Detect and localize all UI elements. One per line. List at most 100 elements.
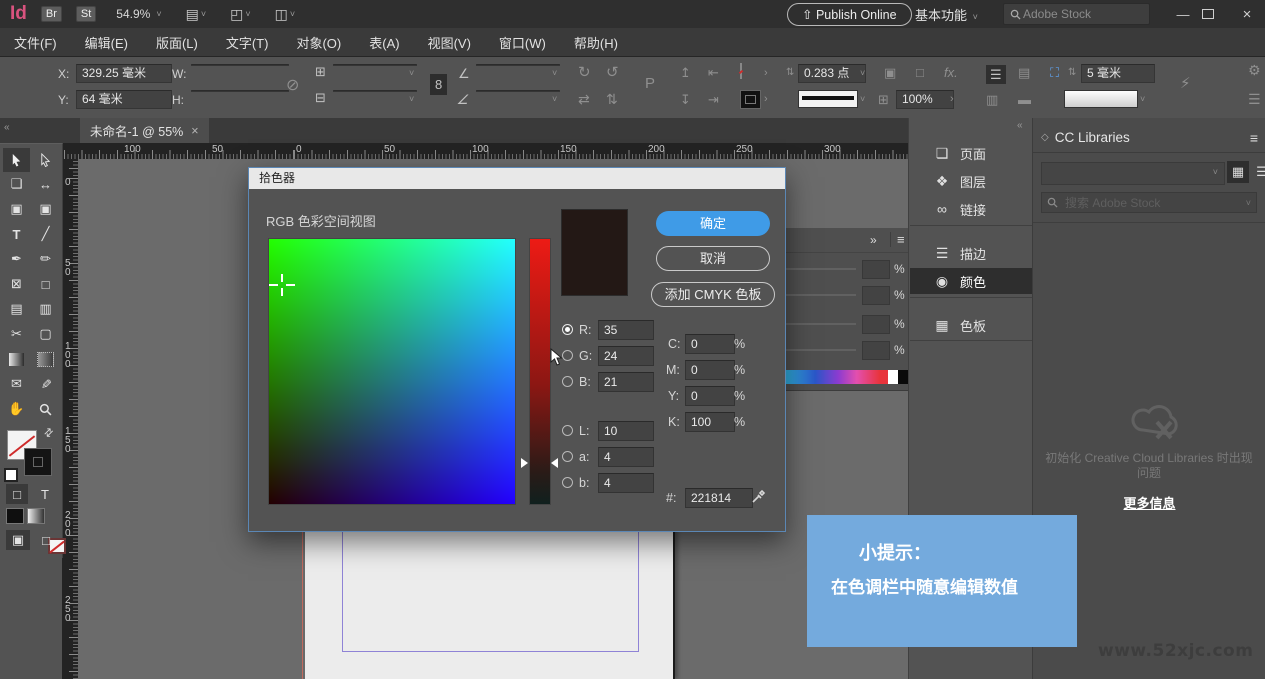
b-radio[interactable] [562,376,573,387]
fill-color-swatch[interactable] [740,63,742,79]
chevron-down-icon[interactable]: ˅ [860,67,865,80]
a-field[interactable]: 4 [598,447,654,467]
arrange-documents-icon[interactable]: ◫ [275,6,288,23]
panel-menu-icon[interactable]: ≡ [1250,130,1258,146]
black-swatch[interactable] [898,370,908,384]
cancel-button[interactable]: 取消 [656,246,770,271]
wrap-bounding-icon[interactable]: ▤ [1018,66,1030,79]
flip-vertical-icon[interactable]: ⇅ [606,93,618,106]
collapse-panel-icon[interactable]: » [870,233,877,247]
formatting-container-button[interactable]: □ [6,484,28,504]
list-view-button[interactable]: ☰ [1251,161,1265,183]
l-field[interactable]: 10 [598,421,654,441]
more-info-link[interactable]: 更多信息 [1033,493,1265,512]
pen-tool[interactable]: ✒ [3,247,30,271]
dialog-title-bar[interactable]: 拾色器 [249,168,785,189]
stock-button[interactable]: St [76,6,96,22]
quick-apply-icon[interactable]: ⚡ [1180,77,1191,90]
document-tab[interactable]: 未命名-1 @ 55% × [80,118,209,143]
chevron-down-icon[interactable]: ˅ [1140,93,1145,106]
stroke-color-swatch[interactable] [740,90,761,109]
menu-object[interactable]: 对象(O) [282,33,355,52]
gradient-feather-tool[interactable] [32,347,59,371]
restore-button[interactable] [1202,9,1214,19]
vertical-ruler[interactable]: 0 50 100 150 200 250 [62,159,78,679]
dock-item-stroke[interactable]: ☰ 描边 [910,240,1032,266]
direct-selection-tool[interactable] [32,148,59,172]
height-field[interactable] [191,90,289,92]
constrain-scale-icon[interactable]: 8 [430,74,447,95]
menu-help[interactable]: 帮助(H) [560,33,632,52]
opacity-field[interactable]: 100% [896,90,954,109]
stock-search-input[interactable] [1021,6,1143,22]
l-radio[interactable] [562,425,573,436]
cyan-value-field[interactable] [862,260,890,279]
collapse-dock-icon[interactable]: « [1017,120,1023,131]
note-tool[interactable]: ✉ [3,372,30,396]
horizontal-ruler[interactable]: 100 50 0 50 100 150 200 250 300 [62,143,908,159]
color-slider[interactable] [529,238,551,505]
page-tool[interactable]: ❏ [3,172,30,196]
document-page[interactable] [305,528,675,679]
wrap-jump-icon[interactable]: ▬ [1018,93,1031,106]
stroke-weight-field[interactable]: 0.283 点 [798,64,866,83]
library-select-dropdown[interactable]: ˅ [1041,162,1225,185]
panel-menu-icon[interactable]: ≡ [890,232,905,247]
frame-fitting-icon[interactable]: ⛶ [1050,66,1059,79]
chevron-down-icon[interactable]: ˅ [552,67,557,80]
stroke-style-dropdown[interactable] [798,90,858,108]
chevron-right-icon[interactable]: › [764,93,768,106]
menu-window[interactable]: 窗口(W) [485,33,560,52]
b-lab-radio[interactable] [562,477,573,488]
m-field[interactable]: 0 [685,360,735,380]
chevron-down-icon[interactable]: ˅ [290,9,295,19]
chevron-down-icon[interactable]: ˅ [245,9,250,19]
cc-search-box[interactable]: ˅ [1041,192,1257,213]
screen-mode-icon[interactable]: ◰ [230,6,243,23]
chevron-right-icon[interactable]: › [764,67,768,80]
menu-view[interactable]: 视图(V) [414,33,485,52]
scissors-tool[interactable]: ✂ [3,322,30,346]
stepper-icon[interactable]: ⇅ [786,66,794,79]
distribute-icon[interactable]: ⇤ [708,66,719,79]
zoom-level[interactable]: 54.9% [116,7,150,21]
scale-y-field[interactable] [333,90,417,92]
effects-icon[interactable]: fx. [944,66,958,79]
zoom-tool[interactable] [32,397,59,421]
grid-view-button[interactable]: ▦ [1227,161,1249,183]
close-button[interactable]: × [1232,6,1262,23]
corner-options-icon[interactable]: ▣ [884,66,896,79]
selection-tool[interactable] [3,148,30,172]
tab-close-icon[interactable]: × [191,124,198,138]
bridge-button[interactable]: Br [41,6,62,22]
hex-eyedropper-icon[interactable] [751,488,767,504]
magenta-value-field[interactable] [862,286,890,305]
cyan-slider[interactable] [784,268,856,270]
menu-layout[interactable]: 版面(L) [142,33,212,52]
distribute-icon[interactable]: ↥ [680,66,691,79]
black-slider[interactable] [784,349,856,351]
collapse-tools-icon[interactable]: « [4,122,10,133]
yellow-value-field[interactable] [862,315,890,334]
magenta-slider[interactable] [784,294,856,296]
rotation-field[interactable] [476,64,560,66]
r-field[interactable]: 35 [598,320,654,340]
vertical-grid-tool[interactable]: ▥ [32,297,59,321]
menu-edit[interactable]: 编辑(E) [71,33,142,52]
swap-fill-stroke-icon[interactable]: ⇄ [41,425,57,441]
black-value-field[interactable] [862,341,890,360]
chevron-down-icon[interactable]: ˅ [860,93,865,106]
b-lab-field[interactable]: 4 [598,473,654,493]
k-field[interactable]: 100 [685,412,735,432]
scale-x-field[interactable] [333,64,417,66]
cc-libraries-tab[interactable]: ◇ CC Libraries [1041,130,1130,145]
slider-handle-right[interactable] [551,458,558,468]
wrap-object-icon[interactable]: ▥ [986,93,998,106]
content-placer-tool[interactable]: ▣ [32,197,59,221]
workspace-switcher[interactable]: 基本功能 ˅ [915,5,988,24]
gap-tool[interactable]: ↔ [32,172,59,196]
chevron-down-icon[interactable]: ˅ [409,67,414,80]
menu-file[interactable]: 文件(F) [0,33,71,52]
horizontal-grid-tool[interactable]: ▤ [3,297,30,321]
content-collector-tool[interactable]: ▣ [3,197,30,221]
